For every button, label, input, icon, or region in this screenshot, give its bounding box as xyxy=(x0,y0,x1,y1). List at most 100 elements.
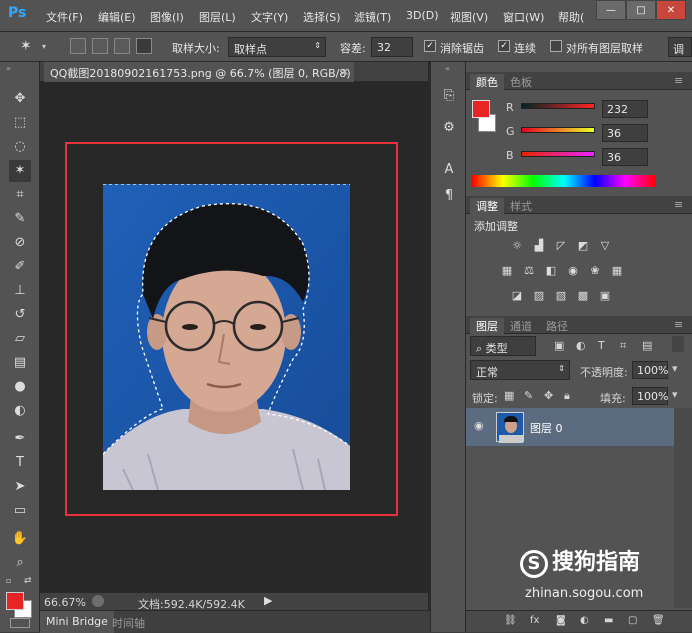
menu-window[interactable]: 窗口(W) xyxy=(503,9,544,25)
lock-transparent-icon[interactable]: ▦ xyxy=(504,389,514,402)
tab-paths[interactable]: 路径 xyxy=(540,318,574,334)
menu-3d[interactable]: 3D(D) xyxy=(406,9,439,22)
pen-tool-icon[interactable]: ✒ xyxy=(9,428,31,450)
visibility-eye-icon[interactable]: ◉ xyxy=(474,419,484,432)
color-fg-swatch[interactable] xyxy=(472,100,490,118)
foreground-color-swatch[interactable] xyxy=(6,592,24,610)
tab-swatches[interactable]: 色板 xyxy=(504,74,538,90)
hand-tool-icon[interactable]: ✋ xyxy=(9,528,31,550)
rectangle-tool-icon[interactable]: ▭ xyxy=(9,500,31,522)
r-input[interactable]: 232 xyxy=(602,100,648,118)
default-colors-icon[interactable]: ▫ xyxy=(6,576,11,585)
blend-mode-select[interactable]: 正常 ⇕ xyxy=(470,360,570,380)
antialias-checkbox[interactable]: ✓ xyxy=(424,40,436,52)
opacity-input[interactable]: 100% xyxy=(632,361,668,379)
minimize-button[interactable]: — xyxy=(596,0,626,20)
fill-input[interactable]: 100% xyxy=(632,387,668,405)
history-brush-tool-icon[interactable]: ↺ xyxy=(9,304,31,326)
channel-mixer-adjust-icon[interactable]: ❀ xyxy=(588,265,602,277)
tab-timeline[interactable]: 时间轴 xyxy=(112,615,145,631)
gradient-map-adjust-icon[interactable]: ▩ xyxy=(576,290,590,302)
path-selection-tool-icon[interactable]: ➤ xyxy=(9,476,31,498)
move-tool-icon[interactable]: ✥ xyxy=(9,88,31,110)
menu-layer[interactable]: 图层(L) xyxy=(199,9,236,25)
menu-edit[interactable]: 编辑(E) xyxy=(98,9,136,25)
subtract-selection-icon[interactable] xyxy=(114,38,130,54)
status-info-icon[interactable] xyxy=(92,595,104,607)
new-group-icon[interactable]: ▬ xyxy=(604,615,613,626)
refine-edge-button[interactable]: 调 xyxy=(668,37,692,57)
pixel-filter-icon[interactable]: ▣ xyxy=(554,339,564,352)
marquee-tool-icon[interactable]: ⬚ xyxy=(9,112,31,134)
zoom-level[interactable]: 66.67% xyxy=(44,596,86,609)
brush-tool-icon[interactable]: ✐ xyxy=(9,256,31,278)
lock-all-icon[interactable]: 🔒︎ xyxy=(564,389,570,403)
color-lookup-adjust-icon[interactable]: ▦ xyxy=(610,265,624,277)
portrait-photo[interactable] xyxy=(103,184,350,490)
selective-color-adjust-icon[interactable]: ▣ xyxy=(598,290,612,302)
eraser-tool-icon[interactable]: ▱ xyxy=(9,328,31,350)
type-tool-icon[interactable]: T xyxy=(9,452,31,474)
exposure-adjust-icon[interactable]: ◩ xyxy=(576,240,590,252)
opacity-arrow-icon[interactable]: ▾ xyxy=(672,362,678,375)
character-panel-icon[interactable]: A xyxy=(439,160,459,180)
zoom-tool-icon[interactable]: ⌕ xyxy=(9,552,31,574)
blur-tool-icon[interactable]: ● xyxy=(9,376,31,398)
maximize-button[interactable]: □ xyxy=(626,0,656,20)
levels-adjust-icon[interactable]: ▟ xyxy=(532,240,546,252)
paragraph-panel-icon[interactable]: ¶ xyxy=(439,186,459,206)
tab-channels[interactable]: 通道 xyxy=(504,318,538,334)
magic-wand-icon[interactable]: ✶ xyxy=(20,38,32,54)
new-selection-icon[interactable] xyxy=(70,38,86,54)
tab-styles[interactable]: 样式 xyxy=(504,198,538,214)
properties-panel-icon[interactable]: ⚙ xyxy=(439,118,459,138)
crop-tool-icon[interactable]: ⌗ xyxy=(9,184,31,206)
layer-name[interactable]: 图层 0 xyxy=(530,420,563,436)
layer-mask-icon[interactable]: ◙ xyxy=(556,615,566,626)
menu-type[interactable]: 文字(Y) xyxy=(251,9,288,25)
g-input[interactable]: 36 xyxy=(602,124,648,142)
stamp-tool-icon[interactable]: ⊥ xyxy=(9,280,31,302)
shape-filter-icon[interactable]: ⌗ xyxy=(620,339,626,353)
lasso-tool-icon[interactable]: ◌ xyxy=(9,136,31,158)
hue-saturation-adjust-icon[interactable]: ▦ xyxy=(500,265,514,277)
b-input[interactable]: 36 xyxy=(602,148,648,166)
b-slider[interactable] xyxy=(521,151,595,157)
filter-toggle-icon[interactable] xyxy=(672,336,684,352)
menu-filter[interactable]: 滤镜(T) xyxy=(354,9,391,25)
menu-view[interactable]: 视图(V) xyxy=(450,9,488,25)
tab-adjustments[interactable]: 调整 xyxy=(470,198,504,214)
sample-size-select[interactable]: 取样点 ⇕ xyxy=(228,37,326,57)
lock-pixels-icon[interactable]: ✎ xyxy=(524,389,533,402)
threshold-adjust-icon[interactable]: ▧ xyxy=(554,290,568,302)
close-window-button[interactable]: ✕ xyxy=(656,0,686,20)
intersect-selection-icon[interactable] xyxy=(136,38,152,54)
posterize-adjust-icon[interactable]: ▨ xyxy=(532,290,546,302)
layer-filter-select[interactable]: ⌕ 类型 xyxy=(470,336,536,356)
layer-style-icon[interactable]: fx xyxy=(530,615,539,626)
contiguous-checkbox[interactable]: ✓ xyxy=(498,40,510,52)
history-panel-icon[interactable]: ⎘ xyxy=(439,86,459,106)
menu-select[interactable]: 选择(S) xyxy=(303,9,341,25)
new-layer-icon[interactable]: ▢ xyxy=(628,615,637,626)
swap-colors-icon[interactable]: ⇄ xyxy=(24,576,32,586)
status-menu-arrow-icon[interactable]: ▶ xyxy=(264,594,272,607)
tab-layers[interactable]: 图层 xyxy=(470,318,504,334)
type-filter-icon[interactable]: T xyxy=(598,339,605,352)
black-white-adjust-icon[interactable]: ◧ xyxy=(544,265,558,277)
add-selection-icon[interactable] xyxy=(92,38,108,54)
menu-file[interactable]: 文件(F) xyxy=(46,9,83,25)
g-slider[interactable] xyxy=(521,127,595,133)
close-document-icon[interactable]: × xyxy=(340,65,349,78)
adjustment-filter-icon[interactable]: ◐ xyxy=(576,339,586,352)
healing-brush-tool-icon[interactable]: ⊘ xyxy=(9,232,31,254)
curves-adjust-icon[interactable]: ◸ xyxy=(554,240,568,252)
expand-icon[interactable]: « xyxy=(445,64,450,73)
gradient-tool-icon[interactable]: ▤ xyxy=(9,352,31,374)
menu-image[interactable]: 图像(I) xyxy=(150,9,184,25)
fill-arrow-icon[interactable]: ▾ xyxy=(672,388,678,401)
document-tab[interactable]: QQ截图20180902161753.png @ 66.7% (图层 0, RG… xyxy=(44,62,354,82)
delete-layer-icon[interactable]: 🗑︎ xyxy=(652,615,665,626)
dodge-tool-icon[interactable]: ◐ xyxy=(9,400,31,422)
smart-object-filter-icon[interactable]: ▤ xyxy=(642,339,652,352)
